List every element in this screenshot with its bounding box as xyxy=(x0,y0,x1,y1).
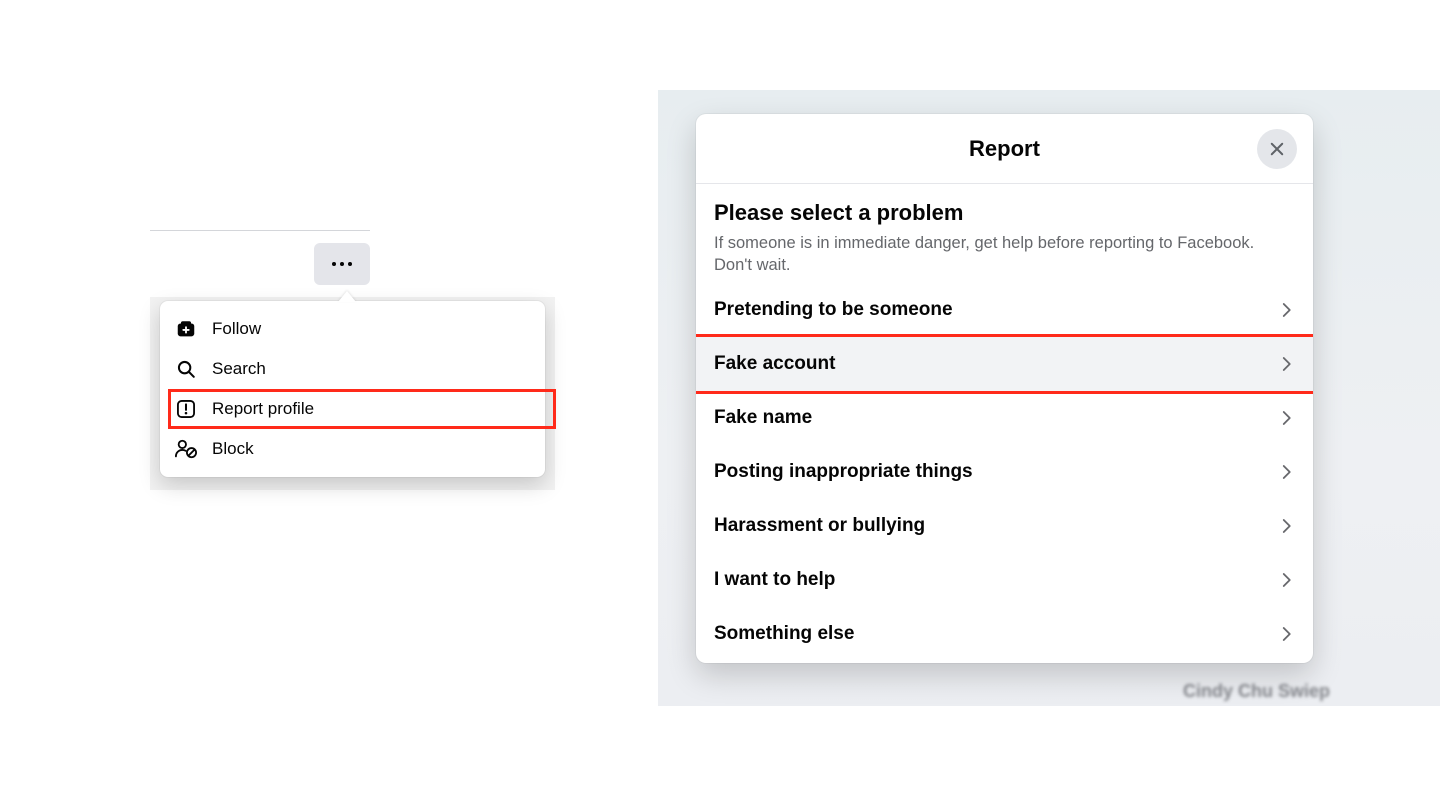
chevron-right-icon xyxy=(1277,409,1295,427)
menu-item-label: Follow xyxy=(212,319,261,339)
menu-item-label: Block xyxy=(212,439,254,459)
block-icon xyxy=(174,437,198,461)
more-options-button[interactable] xyxy=(314,243,370,285)
report-option-label: Fake account xyxy=(714,353,835,375)
menu-item-block[interactable]: Block xyxy=(160,429,545,469)
report-option-fake-name[interactable]: Fake name xyxy=(714,391,1295,445)
close-button[interactable] xyxy=(1257,129,1297,169)
profile-menu-snapshot: Follow Search Report profile Block xyxy=(150,225,555,490)
report-dialog: Report Please select a problem If someon… xyxy=(696,114,1313,663)
search-icon xyxy=(174,357,198,381)
report-option-inappropriate[interactable]: Posting inappropriate things xyxy=(714,445,1295,499)
chevron-right-icon xyxy=(1277,463,1295,481)
menu-item-search[interactable]: Search xyxy=(160,349,545,389)
dialog-title: Report xyxy=(969,136,1040,162)
report-option-help[interactable]: I want to help xyxy=(714,553,1295,607)
menu-item-follow[interactable]: Follow xyxy=(160,309,545,349)
divider xyxy=(150,230,370,231)
menu-item-report-profile[interactable]: Report profile xyxy=(160,389,545,429)
report-option-harassment[interactable]: Harassment or bullying xyxy=(714,499,1295,553)
follow-icon xyxy=(174,317,198,341)
report-options-list: Pretending to be someone Fake account Fa… xyxy=(714,283,1295,661)
report-option-label: Pretending to be someone xyxy=(714,299,953,321)
report-option-label: Fake name xyxy=(714,407,812,429)
ellipsis-icon xyxy=(340,262,344,266)
report-dialog-snapshot: Cindy Chu Swiep Report Please select a p… xyxy=(658,90,1440,706)
dialog-heading: Please select a problem xyxy=(714,200,1295,226)
report-option-pretending[interactable]: Pretending to be someone xyxy=(714,283,1295,337)
chevron-right-icon xyxy=(1277,355,1295,373)
background-partial-name: Cindy Chu Swiep xyxy=(1183,681,1330,702)
chevron-right-icon xyxy=(1277,625,1295,643)
menu-item-label: Report profile xyxy=(212,399,314,419)
chevron-right-icon xyxy=(1277,301,1295,319)
ellipsis-icon xyxy=(332,262,336,266)
chevron-right-icon xyxy=(1277,517,1295,535)
chevron-right-icon xyxy=(1277,571,1295,589)
ellipsis-icon xyxy=(348,262,352,266)
report-option-label: Something else xyxy=(714,623,854,645)
report-icon xyxy=(174,397,198,421)
menu-caret xyxy=(338,291,356,302)
close-icon xyxy=(1268,140,1286,158)
report-option-something-else[interactable]: Something else xyxy=(714,607,1295,661)
report-option-label: Harassment or bullying xyxy=(714,515,925,537)
profile-context-menu: Follow Search Report profile Block xyxy=(160,301,545,477)
dialog-header: Report xyxy=(696,114,1313,184)
menu-item-label: Search xyxy=(212,359,266,379)
report-option-label: I want to help xyxy=(714,569,835,591)
report-option-label: Posting inappropriate things xyxy=(714,461,973,483)
report-option-fake-account[interactable]: Fake account xyxy=(696,337,1313,391)
dialog-subtitle: If someone is in immediate danger, get h… xyxy=(714,232,1295,277)
